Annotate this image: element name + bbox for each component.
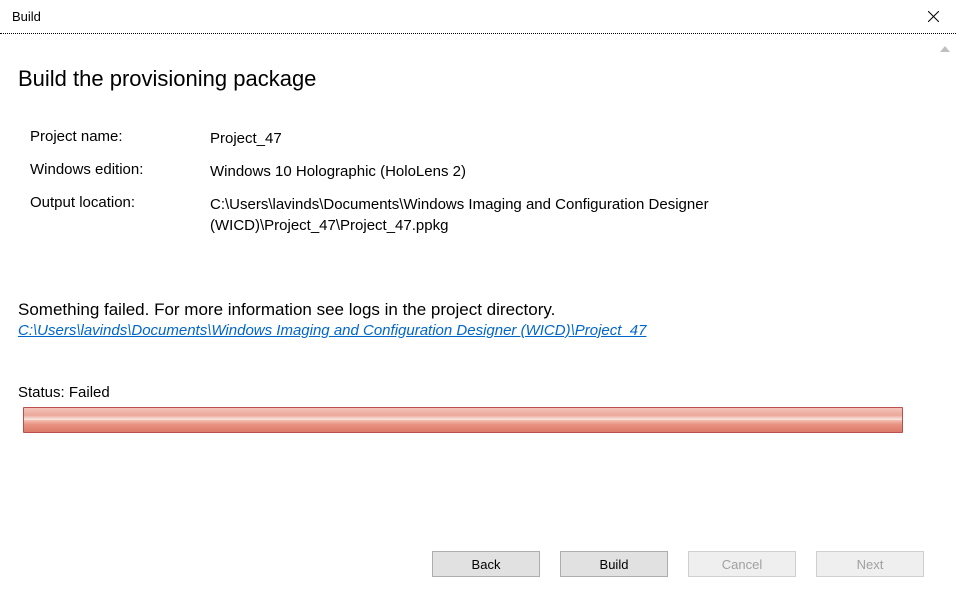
project-name-row: Project name: Project_47 [30, 128, 938, 149]
windows-edition-value: Windows 10 Holographic (HoloLens 2) [210, 161, 466, 182]
error-section: Something failed. For more information s… [18, 300, 938, 340]
button-row: Back Build Cancel Next [432, 551, 924, 577]
windows-edition-row: Windows edition: Windows 10 Holographic … [30, 161, 938, 182]
close-icon [928, 11, 939, 22]
back-button[interactable]: Back [432, 551, 540, 577]
error-message: Something failed. For more information s… [18, 300, 938, 320]
details-section: Project name: Project_47 Windows edition… [30, 128, 938, 236]
log-directory-link[interactable]: C:\Users\lavinds\Documents\Windows Imagi… [18, 322, 646, 339]
window-title: Build [12, 9, 41, 24]
cancel-button: Cancel [688, 551, 796, 577]
output-location-value: C:\Users\lavinds\Documents\Windows Imagi… [210, 194, 890, 236]
titlebar: Build [0, 0, 956, 34]
status-label: Status: [18, 384, 65, 401]
close-button[interactable] [910, 0, 956, 34]
content-area: Build the provisioning package Project n… [0, 34, 956, 593]
output-location-row: Output location: C:\Users\lavinds\Docume… [30, 194, 938, 236]
page-heading: Build the provisioning package [18, 66, 938, 92]
status-value: Failed [69, 384, 110, 401]
build-button[interactable]: Build [560, 551, 668, 577]
output-location-label: Output location: [30, 194, 210, 211]
progress-bar [23, 407, 903, 433]
project-name-label: Project name: [30, 128, 210, 145]
status-section: Status: Failed [18, 384, 938, 433]
windows-edition-label: Windows edition: [30, 161, 210, 178]
next-button: Next [816, 551, 924, 577]
project-name-value: Project_47 [210, 128, 282, 149]
status-line: Status: Failed [18, 384, 938, 401]
